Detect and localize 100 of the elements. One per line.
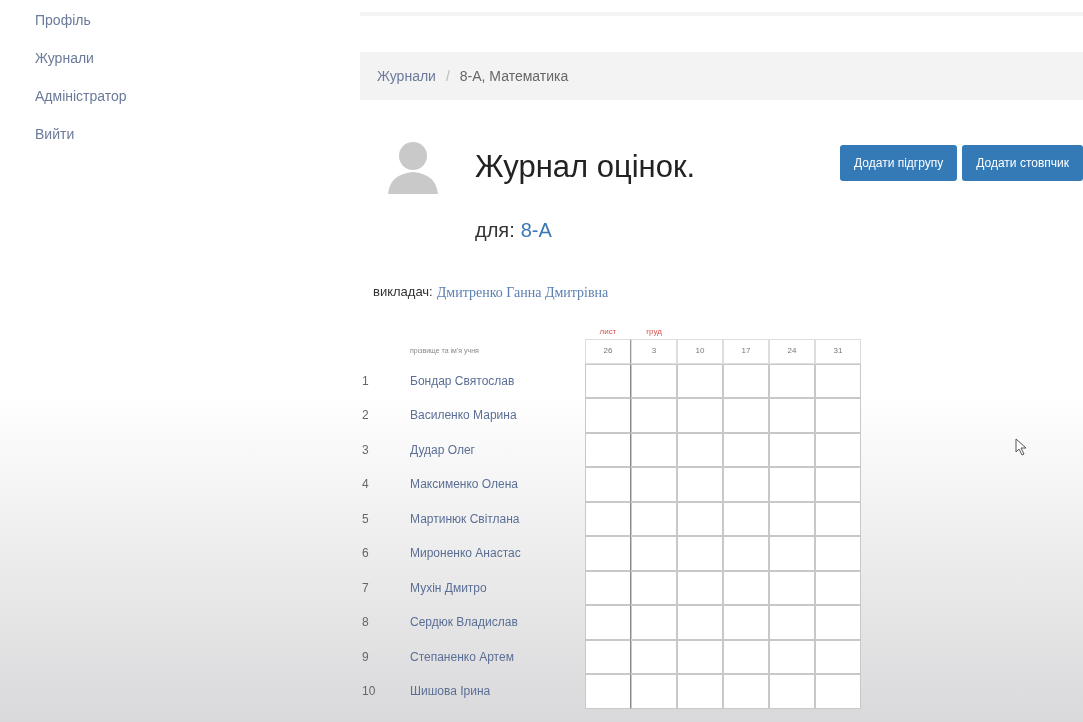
grade-cell[interactable] (585, 605, 631, 640)
add-button[interactable]: Додати підгрупу (840, 145, 958, 181)
grade-cell[interactable] (585, 398, 631, 433)
grade-cell[interactable] (677, 363, 723, 398)
grade-cell[interactable] (631, 570, 677, 605)
grade-cell[interactable] (677, 432, 723, 467)
breadcrumb-separator: / (445, 66, 450, 86)
grade-cell[interactable] (631, 432, 677, 467)
breadcrumb-current: 8-А, Математика (459, 66, 569, 86)
grade-cell[interactable] (723, 432, 769, 467)
grade-cell[interactable] (631, 363, 677, 398)
grade-cell[interactable] (631, 536, 677, 571)
class-link[interactable]: 8-А (520, 214, 552, 245)
date-header[interactable]: 31 (815, 338, 861, 364)
row-number: 2 (361, 407, 369, 425)
grade-cell[interactable] (815, 363, 861, 398)
grade-cell[interactable] (769, 467, 815, 502)
sidebar-link[interactable]: Профіль (35, 10, 360, 31)
row-number: 9 (361, 648, 369, 666)
grade-cell[interactable] (677, 639, 723, 674)
row-number: 10 (361, 683, 376, 701)
grade-cell[interactable] (585, 536, 631, 571)
date-header[interactable]: 17 (723, 338, 769, 364)
date-header[interactable]: 26 (585, 338, 631, 364)
student-link[interactable]: Василенко Марина (410, 406, 517, 425)
month-label: груд (646, 326, 662, 336)
grade-cell[interactable] (815, 674, 861, 709)
date-header[interactable]: 24 (769, 338, 815, 364)
student-link[interactable]: Степаненко Артем (410, 647, 514, 666)
grade-cell[interactable] (585, 570, 631, 605)
grade-cell[interactable] (815, 501, 861, 536)
row-number: 3 (361, 441, 369, 459)
grade-cell[interactable] (723, 639, 769, 674)
sidebar-link[interactable]: Вийти (35, 124, 360, 145)
grade-cell[interactable] (723, 674, 769, 709)
page-title: Журнал оцінок. (475, 148, 696, 186)
breadcrumb-link[interactable]: Журнали (377, 65, 436, 87)
grade-cell[interactable] (631, 398, 677, 433)
grade-cell[interactable] (723, 605, 769, 640)
row-number: 6 (361, 545, 369, 563)
student-link[interactable]: Мухін Дмитро (410, 578, 487, 597)
grade-cell[interactable] (769, 674, 815, 709)
grade-cell[interactable] (815, 639, 861, 674)
grade-cell[interactable] (631, 605, 677, 640)
grade-cell[interactable] (723, 501, 769, 536)
grade-cell[interactable] (677, 605, 723, 640)
grade-cell[interactable] (585, 501, 631, 536)
grade-cell[interactable] (769, 639, 815, 674)
add-button[interactable]: Додати стовпчик (962, 145, 1083, 181)
grade-cell[interactable] (677, 467, 723, 502)
grade-cell[interactable] (585, 674, 631, 709)
grade-cell[interactable] (723, 398, 769, 433)
grade-cell[interactable] (585, 432, 631, 467)
grade-cell[interactable] (677, 674, 723, 709)
student-link[interactable]: Шишова Ірина (410, 682, 491, 701)
grade-cell[interactable] (677, 570, 723, 605)
grade-cell[interactable] (631, 639, 677, 674)
grade-cell[interactable] (815, 570, 861, 605)
grade-cell[interactable] (723, 536, 769, 571)
grade-cell[interactable] (769, 501, 815, 536)
grade-cell[interactable] (815, 605, 861, 640)
row-number: 1 (361, 372, 369, 390)
grade-cell[interactable] (723, 570, 769, 605)
grade-cell[interactable] (585, 363, 631, 398)
student-link[interactable]: Максименко Олена (410, 475, 518, 494)
teacher-label: викладач: (373, 282, 433, 301)
month-label: лист (599, 326, 617, 336)
teacher-link[interactable]: Дмитренко Ганна Дмитрівна (436, 281, 609, 303)
grade-cell[interactable] (815, 398, 861, 433)
grade-cell[interactable] (677, 536, 723, 571)
grade-cell[interactable] (723, 363, 769, 398)
grade-cell[interactable] (769, 363, 815, 398)
student-link[interactable]: Мироненко Анастас (410, 544, 521, 563)
grade-cell[interactable] (631, 501, 677, 536)
sidebar-link[interactable]: Адміністратор (35, 86, 360, 107)
grade-cell[interactable] (769, 605, 815, 640)
grade-cell[interactable] (815, 467, 861, 502)
class-label: для: (475, 217, 515, 243)
row-number: 8 (361, 614, 369, 632)
student-link[interactable]: Мартинюк Світлана (410, 509, 520, 528)
grade-cell[interactable] (769, 432, 815, 467)
grade-cell[interactable] (769, 536, 815, 571)
grade-cell[interactable] (815, 432, 861, 467)
grade-cell[interactable] (769, 570, 815, 605)
grade-cell[interactable] (769, 398, 815, 433)
grade-cell[interactable] (631, 467, 677, 502)
grade-cell[interactable] (631, 674, 677, 709)
grade-cell[interactable] (585, 639, 631, 674)
date-header[interactable]: 3 (631, 338, 677, 364)
grade-cell[interactable] (677, 501, 723, 536)
grade-cell[interactable] (815, 536, 861, 571)
student-link[interactable]: Бондар Святослав (410, 371, 515, 390)
student-link[interactable]: Сердюк Владислав (410, 613, 518, 632)
sidebar-link[interactable]: Журнали (35, 48, 360, 69)
grade-cell[interactable] (723, 467, 769, 502)
student-link[interactable]: Дудар Олег (410, 440, 475, 459)
grade-cell[interactable] (585, 467, 631, 502)
row-number: 7 (361, 579, 369, 597)
grade-cell[interactable] (677, 398, 723, 433)
date-header[interactable]: 10 (677, 338, 723, 364)
